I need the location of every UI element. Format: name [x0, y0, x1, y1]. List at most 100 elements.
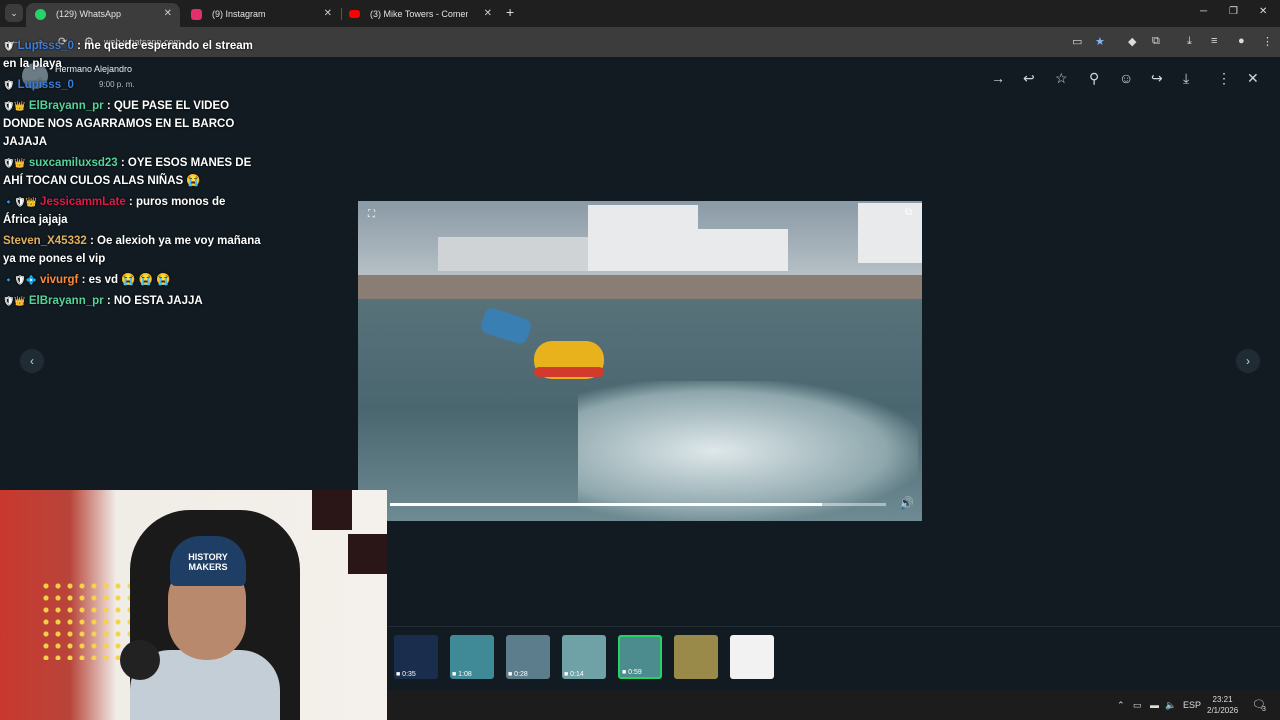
- chat-username: ElBrayann_pr: [28, 295, 104, 307]
- picture-in-picture-icon[interactable]: ⧉: [905, 207, 912, 218]
- poster-image: [312, 490, 352, 530]
- restore-icon[interactable]: ❐: [1229, 6, 1238, 17]
- battery-icon[interactable]: ▬: [1150, 700, 1159, 710]
- video-frame-building: [588, 205, 698, 271]
- chat-username: Steven_X45332: [3, 235, 87, 247]
- bookmark-star-icon[interactable]: ★: [1095, 35, 1105, 48]
- chat-message: Steven_X45332 : Oe alexioh ya me voy mañ…: [3, 232, 261, 268]
- cap-logo: HISTORY MAKERS: [188, 552, 228, 572]
- badge-icon: 🛡: [3, 41, 15, 51]
- thumbnail-duration: ■ 1:08: [452, 671, 472, 678]
- chat-username: vivurgf: [40, 274, 79, 286]
- whatsapp-icon: [35, 9, 46, 20]
- chat-text: : es vd 😭 😭 😭: [81, 274, 171, 286]
- media-thumbnail[interactable]: [730, 635, 774, 679]
- tab-title: (129) WhatsApp: [56, 9, 122, 19]
- window-close-icon[interactable]: ✕: [1259, 6, 1267, 17]
- video-frame-building: [858, 203, 922, 263]
- media-thumbnail[interactable]: [674, 635, 718, 679]
- close-tab-icon[interactable]: ✕: [164, 3, 172, 25]
- reply-icon[interactable]: ↩: [1023, 70, 1035, 87]
- clock-date: 2/1/2026: [1207, 706, 1239, 715]
- thumbnail-duration: ■ 0:28: [508, 671, 528, 678]
- media-control-icon[interactable]: ≡: [1211, 35, 1217, 47]
- next-media-button[interactable]: ›: [1236, 349, 1260, 373]
- language-indicator[interactable]: ESP: [1183, 700, 1201, 710]
- media-thumbnail[interactable]: ■ 1:08: [450, 635, 494, 679]
- stream-chat-overlay: 🛡 Lupisss_0 : me quede esperando el stre…: [3, 37, 261, 313]
- notification-count: 3: [1262, 706, 1266, 713]
- chat-username: ElBrayann_pr: [28, 100, 104, 112]
- download-icon[interactable]: ⤓: [1183, 70, 1189, 87]
- minimize-icon[interactable]: ─: [1200, 6, 1207, 17]
- tab-title: (9) Instagram: [212, 9, 266, 19]
- thumbnail-duration: ■ 0:14: [564, 671, 584, 678]
- badge-icon: 🛡👑: [3, 296, 26, 306]
- chat-message: 🛡 Lupisss_0 : me quede esperando el stre…: [3, 37, 261, 73]
- chat-message: 🛡👑 suxcamiluxsd23 : OYE ESOS MANES DE AH…: [3, 154, 261, 190]
- profile-icon[interactable]: ●: [1238, 35, 1245, 47]
- go-to-message-icon[interactable]: →: [991, 70, 1005, 86]
- tray-chevron-icon[interactable]: ⌃: [1117, 700, 1125, 711]
- chat-username: Lupisss_0: [17, 79, 74, 91]
- chat-message: 🛡👑 ElBrayann_pr : QUE PASE EL VIDEO DOND…: [3, 97, 261, 151]
- star-icon[interactable]: ☆: [1055, 70, 1068, 87]
- browser-menu-icon[interactable]: ⋮: [1262, 35, 1273, 48]
- network-icon[interactable]: ▭: [1133, 700, 1142, 711]
- chat-message: 🔹🛡👑 JessicammLate : puros monos de Áfric…: [3, 193, 261, 229]
- cast-icon[interactable]: ▭: [1072, 35, 1082, 48]
- badge-icon: 🔹🛡💠: [3, 275, 37, 285]
- christmas-lights: [40, 580, 130, 660]
- emoji-icon[interactable]: ☺: [1119, 70, 1133, 86]
- badge-icon: 🛡: [3, 80, 15, 90]
- clock-time: 23:21: [1212, 695, 1233, 704]
- video-player[interactable]: ⛶ ⧉ 🔊: [358, 201, 922, 521]
- media-thumbnail[interactable]: ■ 0:35: [394, 635, 438, 679]
- tab-strip: ⌄ (129) WhatsApp ✕ (9) Instagram ✕ (3) M…: [0, 0, 1280, 27]
- tab-youtube[interactable]: (3) Mike Towers - Comense Y Te... ✕: [340, 3, 500, 27]
- media-thumbnail[interactable]: ■ 0:14: [562, 635, 606, 679]
- microphone: [120, 640, 160, 680]
- puzzle-icon[interactable]: ⧉: [1152, 35, 1160, 48]
- video-frame-building: [698, 229, 788, 271]
- video-progress-bar[interactable]: [390, 503, 886, 506]
- tab-whatsapp[interactable]: (129) WhatsApp ✕: [26, 3, 180, 27]
- media-thumbnail[interactable]: ■ 0:28: [506, 635, 550, 679]
- volume-icon[interactable]: 🔊: [899, 496, 914, 510]
- badge-icon: 🛡👑: [3, 158, 26, 168]
- more-options-icon[interactable]: ⋮: [1217, 70, 1231, 87]
- fullscreen-icon[interactable]: ⛶: [368, 209, 375, 220]
- webcam-overlay: HISTORY MAKERS: [0, 490, 387, 720]
- tab-instagram[interactable]: (9) Instagram ✕: [182, 3, 340, 27]
- close-tab-icon[interactable]: ✕: [324, 3, 332, 25]
- chat-message: 🔹🛡💠 vivurgf : es vd 😭 😭 😭: [3, 271, 261, 289]
- pin-icon[interactable]: ⚲: [1089, 70, 1099, 87]
- poster-image: [348, 534, 387, 574]
- tab-search-button[interactable]: ⌄: [5, 4, 23, 22]
- chat-username: Lupisss_0: [17, 40, 74, 52]
- video-frame-wake: [578, 381, 918, 521]
- youtube-icon: [349, 10, 360, 18]
- badge-icon: 🛡👑: [3, 101, 26, 111]
- tab-title: (3) Mike Towers - Comense Y Te...: [370, 9, 468, 19]
- chat-text: : NO ESTA JAJJA: [106, 295, 203, 307]
- chat-username: JessicammLate: [40, 196, 126, 208]
- previous-media-button[interactable]: ‹: [20, 349, 44, 373]
- close-tab-icon[interactable]: ✕: [484, 3, 492, 25]
- media-thumbnail[interactable]: ■ 0:59: [618, 635, 662, 679]
- chat-username: suxcamiluxsd23: [28, 157, 118, 169]
- video-frame-beach: [358, 275, 922, 301]
- chat-message: 🛡 Lupisss_0: [3, 76, 261, 94]
- thumbnail-duration: ■ 0:35: [396, 671, 416, 678]
- taskbar-clock[interactable]: 23:21 2/1/2026: [1207, 694, 1238, 716]
- speaker-icon[interactable]: 🔈: [1165, 700, 1176, 711]
- close-viewer-icon[interactable]: ✕: [1247, 70, 1259, 87]
- new-tab-button[interactable]: +: [506, 4, 514, 20]
- extension-icon[interactable]: ◆: [1128, 35, 1136, 48]
- video-progress-fill: [390, 503, 822, 506]
- badge-icon: 🔹🛡👑: [3, 197, 37, 207]
- download-icon[interactable]: ⤓: [1187, 35, 1192, 48]
- chat-message: 🛡👑 ElBrayann_pr : NO ESTA JAJJA: [3, 292, 261, 310]
- forward-icon[interactable]: ↪: [1151, 70, 1163, 87]
- video-frame-raft: [534, 367, 604, 377]
